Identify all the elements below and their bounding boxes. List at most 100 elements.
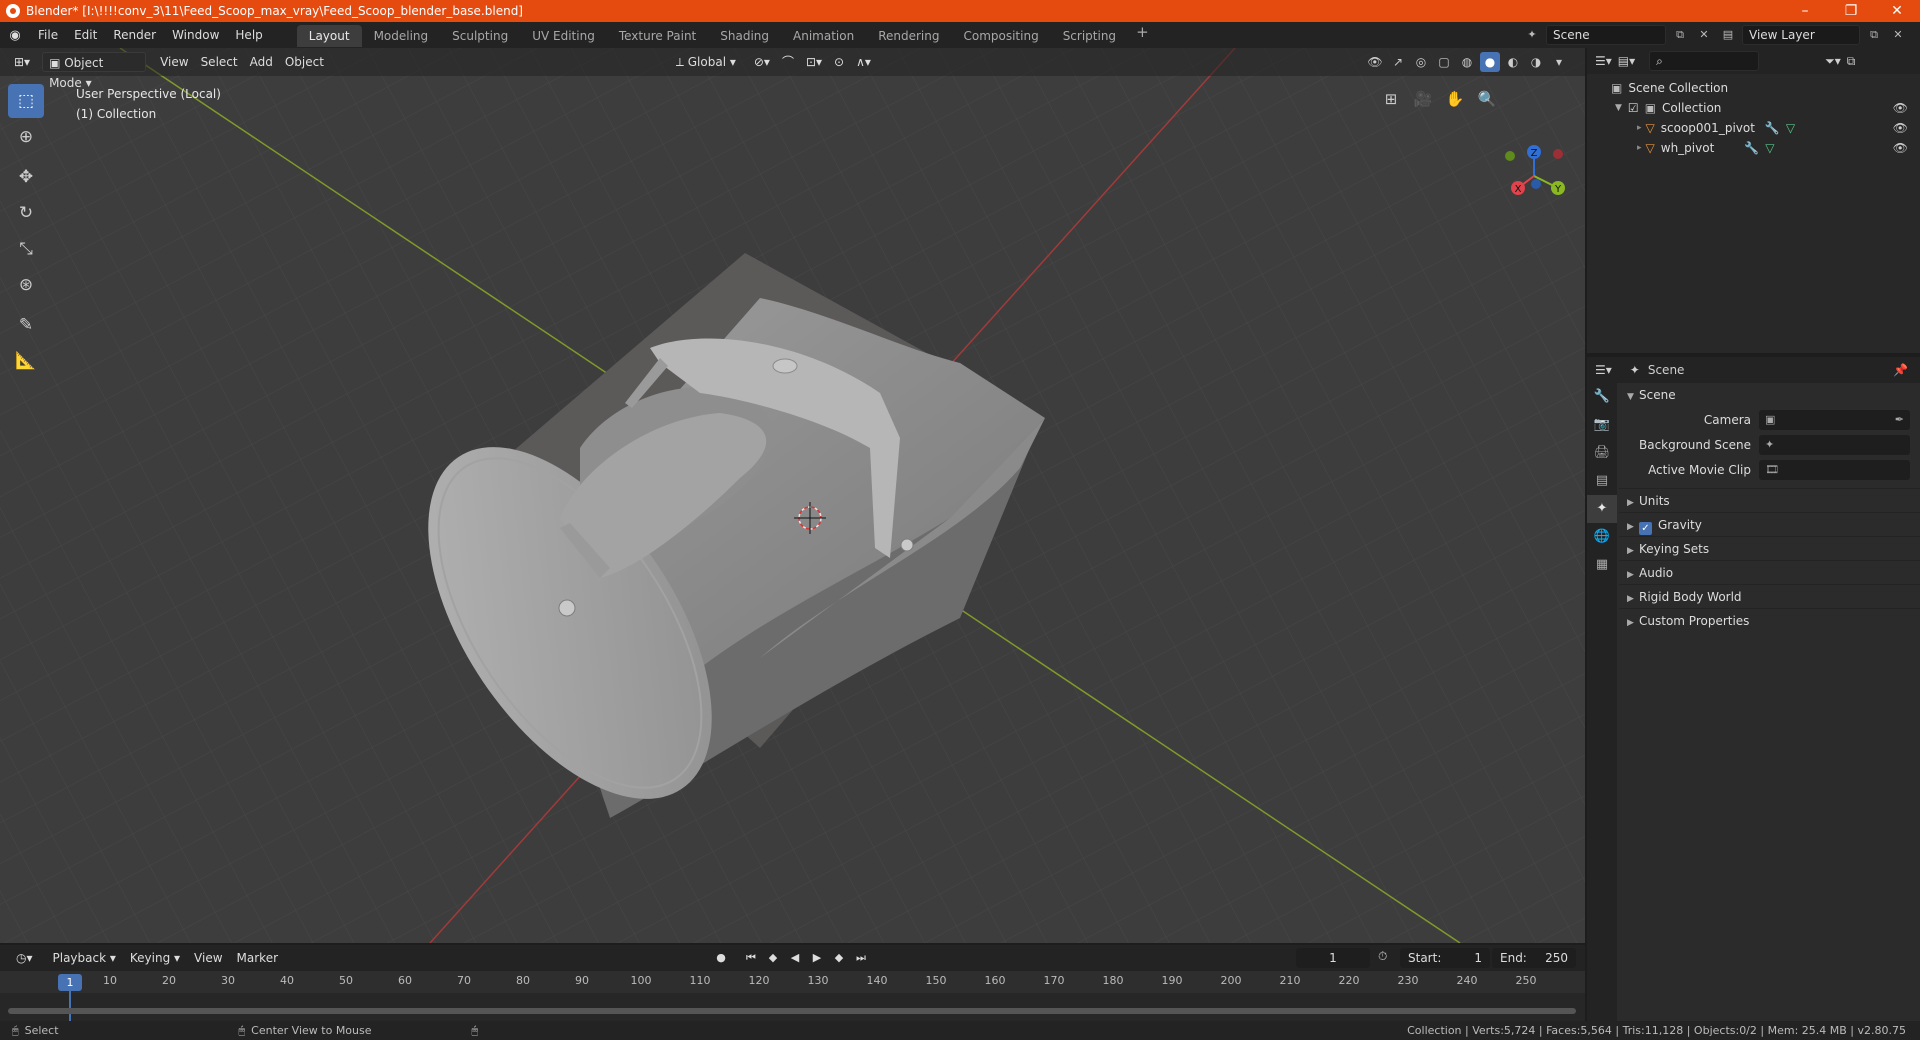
custom-properties-panel[interactable]: ▶ Custom Properties [1619,608,1920,632]
start-frame-field[interactable]: Start: 1 [1400,948,1490,968]
pan-hand-icon[interactable]: ✋ [1442,86,1468,112]
grid-view-icon[interactable]: ⊞ [1378,86,1404,112]
menu-object[interactable]: Object [279,52,330,72]
menu-add[interactable]: Add [244,52,279,72]
filter-icon[interactable]: ⏷▾ [1825,54,1841,69]
collection-checkbox-icon[interactable]: ☑ [1628,98,1639,118]
measure-tool-icon[interactable]: 📐 [8,344,44,378]
camera-view-icon[interactable]: 🎥 [1410,86,1436,112]
world-tab-icon[interactable]: 🌐 [1587,523,1617,551]
scene-field[interactable]: Scene [1546,25,1666,45]
mode-select[interactable]: ▣ Object Mode ▾ [42,52,147,90]
tab-texture-paint[interactable]: Texture Paint [607,25,708,47]
display-mode-icon[interactable]: ▤▾ [1618,54,1635,68]
play-icon[interactable]: ▶ [808,949,826,967]
tab-sculpting[interactable]: Sculpting [440,25,520,47]
expand-arrow-icon[interactable]: ▸ [1637,138,1642,158]
prev-keyframe-icon[interactable]: ◆ [764,949,782,967]
tab-scripting[interactable]: Scripting [1051,25,1128,47]
pivot-point-icon[interactable]: ⊘▾ [748,52,776,72]
properties-editor-icon[interactable]: ☰▾ [1595,363,1612,377]
gizmo-toggle-icon[interactable]: ↗ [1388,52,1408,72]
timeline-track-area[interactable] [0,993,1585,1021]
gravity-checkbox[interactable]: ✓ [1639,522,1652,535]
snap-target-icon[interactable]: ⊡▾ [800,52,828,72]
play-reverse-icon[interactable]: ◀ [786,949,804,967]
menu-keying[interactable]: Keying ▾ [124,948,186,968]
menu-file[interactable]: File [30,22,66,48]
proportional-edit-icon[interactable]: ⊙ [828,52,850,72]
render-tab-icon[interactable]: 📷 [1587,411,1617,439]
rendered-shading-icon[interactable]: ◑ [1526,52,1546,72]
texture-tab-icon[interactable]: ▦ [1587,551,1617,579]
menu-marker[interactable]: Marker [231,948,284,968]
camera-field[interactable]: ▣ ✒ [1759,409,1910,430]
output-tab-icon[interactable]: 🖨 [1587,439,1617,467]
pin-icon[interactable]: 📌 [1893,363,1908,377]
object-eye-icon[interactable]: 👁 [1893,138,1908,158]
scene-panel-header[interactable]: ▼ Scene [1619,383,1920,407]
scale-tool-icon[interactable]: ⤡ [8,232,44,266]
gravity-panel[interactable]: ▶ ✓ Gravity [1619,512,1920,536]
menu-edit[interactable]: Edit [66,22,105,48]
menu-playback[interactable]: Playback ▾ [47,948,122,968]
panel-collapse-icon[interactable]: ▼ [1627,385,1639,409]
close-button[interactable]: ✕ [1874,0,1920,22]
object-eye-icon[interactable]: 👁 [1893,118,1908,138]
jump-end-icon[interactable]: ⏭ [852,949,870,967]
visibility-icon[interactable]: 👁 [1365,52,1385,72]
shading-options-icon[interactable]: ▾ [1549,52,1569,72]
annotate-tool-icon[interactable]: ✎ [8,308,44,342]
menu-window[interactable]: Window [164,22,227,48]
end-frame-field[interactable]: End: 250 [1492,948,1576,968]
solid-shading-icon[interactable]: ● [1480,52,1500,72]
timeline-scrollbar[interactable] [8,1008,1576,1014]
timeline-editor-icon[interactable]: ◷▾ [10,948,39,968]
rotate-tool-icon[interactable]: ↻ [8,196,44,230]
current-frame-field[interactable]: 1 [1296,948,1370,968]
xray-icon[interactable]: ▢ [1434,52,1454,72]
cursor-tool-icon[interactable]: ⊕ [8,120,44,154]
outliner-object-row[interactable]: ▸ ▽ scoop001_pivot 🔧 ▽ 👁 [1587,118,1920,138]
move-tool-icon[interactable]: ✥ [8,160,44,194]
view-layer-tab-icon[interactable]: ▤ [1587,467,1617,495]
expand-arrow-icon[interactable]: ▸ [1637,118,1642,138]
outliner-editor-icon[interactable]: ☰▾ [1595,54,1612,68]
snap-icon[interactable]: ⌒ [776,52,800,72]
zoom-icon[interactable]: 🔍 [1474,86,1500,112]
new-collection-icon[interactable]: ⧉ [1847,54,1856,69]
scene-type-icon[interactable]: ✦ [1522,25,1542,45]
units-panel[interactable]: ▶ Units [1619,488,1920,512]
playhead-frame-indicator[interactable]: 1 [58,974,82,991]
outliner-collection[interactable]: ▼ ☑ ▣ Collection 👁 [1587,98,1920,118]
3d-viewport[interactable]: ⊞▾ ▣ Object Mode ▾ View Select Add Objec… [0,48,1585,943]
rigid-body-world-panel[interactable]: ▶ Rigid Body World [1619,584,1920,608]
outliner-object-row[interactable]: ▸ ▽ wh_pivot 🔧 ▽ 👁 [1587,138,1920,158]
minimize-button[interactable]: – [1782,0,1828,22]
tab-shading[interactable]: Shading [708,25,781,47]
menu-timeline-view[interactable]: View [188,948,228,968]
menu-select[interactable]: Select [195,52,244,72]
collection-eye-icon[interactable]: 👁 [1893,98,1908,118]
eyedropper-icon[interactable]: ✒ [1895,410,1904,430]
navigation-gizmo[interactable]: Z Y X [1500,140,1572,212]
scene-copy-icon[interactable]: ⧉ [1670,25,1690,45]
modifier-wrench-icon[interactable]: 🔧 [1744,138,1759,158]
timeline-ruler[interactable]: 1102030405060708090100110120130140150160… [0,971,1585,993]
restore-button[interactable]: ❐ [1828,0,1874,22]
scene-remove-icon[interactable]: ✕ [1694,25,1714,45]
view-layer-field[interactable]: View Layer [1742,25,1860,45]
scene-tab-icon[interactable]: ✦ [1587,495,1617,523]
modifier-wrench-icon[interactable]: 🔧 [1765,118,1780,138]
view-layer-remove-icon[interactable]: ✕ [1888,25,1908,45]
add-workspace-icon[interactable]: + [1128,23,1157,47]
overlay-toggle-icon[interactable]: ◎ [1411,52,1431,72]
mesh-data-icon[interactable]: ▽ [1765,138,1774,158]
tab-modeling[interactable]: Modeling [362,25,441,47]
expand-arrow-icon[interactable]: ▼ [1615,98,1622,118]
material-shading-icon[interactable]: ◐ [1503,52,1523,72]
falloff-icon[interactable]: ∧▾ [850,52,877,72]
jump-start-icon[interactable]: ⏮ [742,949,760,967]
view-layer-copy-icon[interactable]: ⧉ [1864,25,1884,45]
select-box-tool-icon[interactable]: ⬚ [8,84,44,118]
